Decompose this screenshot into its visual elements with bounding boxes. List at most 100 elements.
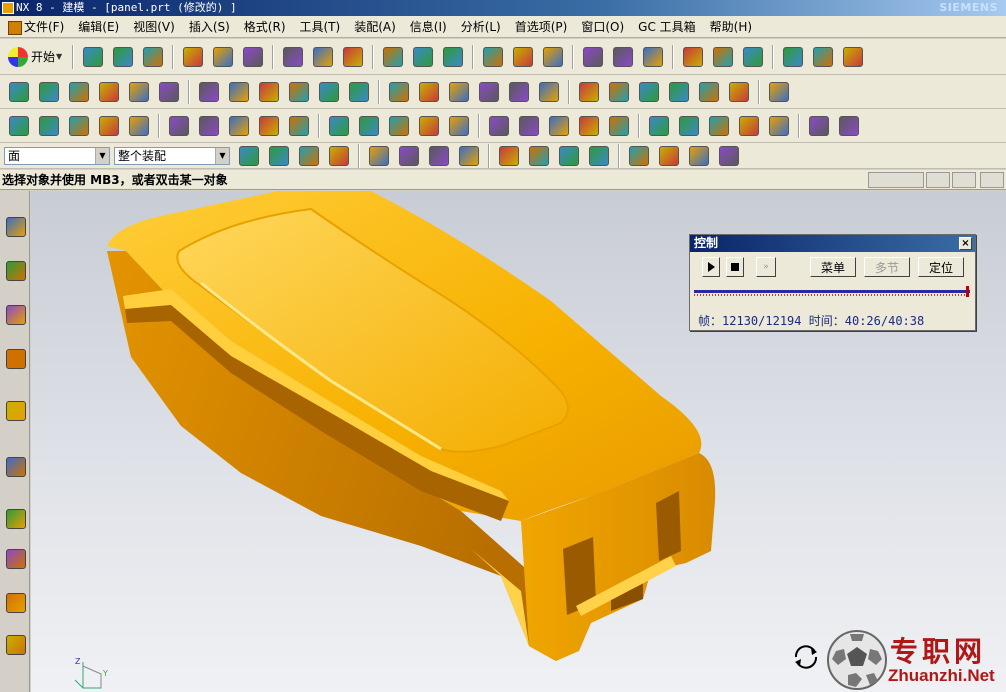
gs-button[interactable]: [286, 113, 312, 139]
chamfer-button[interactable]: [316, 79, 342, 105]
history-tab[interactable]: [4, 453, 28, 481]
layers-button[interactable]: [36, 113, 62, 139]
check-button[interactable]: [546, 113, 572, 139]
midpoint-button[interactable]: [496, 143, 522, 168]
curve-button[interactable]: [686, 143, 712, 168]
system-materials-tab[interactable]: [4, 545, 28, 573]
layer-button[interactable]: [640, 44, 666, 70]
multi-step-button[interactable]: 多节: [864, 257, 910, 277]
quadrant-button[interactable]: [556, 143, 582, 168]
point-button[interactable]: [426, 143, 452, 168]
palette-tab[interactable]: [4, 631, 28, 659]
menu-item[interactable]: 文件(F): [6, 16, 71, 38]
locate-button[interactable]: 定位: [918, 257, 964, 277]
selection-scope-select[interactable]: 整个装配 ▼: [114, 146, 230, 165]
edge-display-button[interactable]: [410, 44, 436, 70]
block-button[interactable]: [96, 79, 122, 105]
body-button[interactable]: [366, 143, 392, 168]
paste-button[interactable]: [240, 44, 266, 70]
sew-button[interactable]: [476, 79, 502, 105]
view-button[interactable]: [6, 113, 32, 139]
extrude-button[interactable]: [36, 79, 62, 105]
grid-button[interactable]: [606, 113, 632, 139]
open-folder-button[interactable]: [110, 44, 136, 70]
draft-button[interactable]: [386, 79, 412, 105]
edge-button[interactable]: [396, 143, 422, 168]
play-button[interactable]: [702, 257, 720, 277]
fit-view-button[interactable]: [310, 44, 336, 70]
color-box-button[interactable]: [510, 44, 536, 70]
boss-button[interactable]: [156, 79, 182, 105]
pattern-button[interactable]: [196, 79, 222, 105]
copy-button[interactable]: [210, 44, 236, 70]
reuse-library-tab[interactable]: [4, 345, 28, 373]
box-button[interactable]: [716, 143, 742, 168]
filter-button[interactable]: [266, 143, 292, 168]
menu-item[interactable]: 装配(A): [347, 16, 403, 38]
subtract-button[interactable]: [666, 79, 692, 105]
new-file-button[interactable]: [80, 44, 106, 70]
replace-face-button[interactable]: [226, 113, 252, 139]
part-slot[interactable]: [656, 491, 681, 561]
dimension-button[interactable]: [416, 113, 442, 139]
datum-button[interactable]: [256, 79, 282, 105]
menu-item[interactable]: 窗口(O): [574, 16, 631, 38]
stop-button[interactable]: [726, 257, 744, 277]
menu-item[interactable]: 工具(T): [293, 16, 348, 38]
roles-tab[interactable]: [4, 589, 28, 617]
measure-button[interactable]: [710, 44, 736, 70]
face-button[interactable]: [326, 143, 352, 168]
menu-item[interactable]: 插入(S): [182, 16, 237, 38]
n-sided-button[interactable]: [766, 79, 792, 105]
line-button[interactable]: [626, 143, 652, 168]
render-style-button[interactable]: [340, 44, 366, 70]
tools-button[interactable]: [516, 113, 542, 139]
menu-item[interactable]: 格式(R): [237, 16, 293, 38]
save-button[interactable]: [140, 44, 166, 70]
mesh-button[interactable]: [536, 79, 562, 105]
shaded-box-button[interactable]: [480, 44, 506, 70]
analysis-button[interactable]: [740, 44, 766, 70]
menu-item[interactable]: GC 工具箱: [631, 16, 703, 38]
camera-button[interactable]: [806, 113, 832, 139]
feature-button[interactable]: [126, 113, 152, 139]
frame-slider[interactable]: [694, 286, 970, 297]
reference-button[interactable]: [610, 44, 636, 70]
selection-intent-button[interactable]: [236, 143, 262, 168]
type-filter-select[interactable]: 面 ▼: [4, 146, 110, 165]
hole-button[interactable]: [126, 79, 152, 105]
wcs-button[interactable]: [680, 44, 706, 70]
axis-button[interactable]: [646, 113, 672, 139]
shell-button[interactable]: [346, 79, 372, 105]
revolve-button[interactable]: [66, 79, 92, 105]
endpoint-button[interactable]: [456, 143, 482, 168]
label-button[interactable]: [96, 113, 122, 139]
thicken-button[interactable]: [576, 79, 602, 105]
unite-button[interactable]: [636, 79, 662, 105]
fast-forward-button[interactable]: »: [756, 257, 776, 277]
mirror-button[interactable]: [226, 79, 252, 105]
menu-item[interactable]: 帮助(H): [703, 16, 759, 38]
studio-surface-button[interactable]: [726, 79, 752, 105]
part-navigator-tab[interactable]: [4, 301, 28, 329]
surface-button[interactable]: [506, 79, 532, 105]
menu-button[interactable]: 菜单: [810, 257, 856, 277]
tangent-button[interactable]: [656, 143, 682, 168]
magic-button[interactable]: [836, 113, 862, 139]
intersection-button[interactable]: [586, 143, 612, 168]
ruler-button[interactable]: [810, 44, 836, 70]
slider-thumb[interactable]: [965, 286, 969, 297]
cube-view-button[interactable]: [380, 44, 406, 70]
trim-button[interactable]: [416, 79, 442, 105]
menu-item[interactable]: 信息(I): [403, 16, 454, 38]
section-view-button[interactable]: [440, 44, 466, 70]
web-browser-tab[interactable]: [4, 397, 28, 425]
stack-button[interactable]: [66, 113, 92, 139]
clock-tab[interactable]: [4, 505, 28, 533]
background-button[interactable]: [540, 44, 566, 70]
first-frame-button[interactable]: [676, 113, 702, 139]
menu-item[interactable]: 视图(V): [126, 16, 182, 38]
positions-button[interactable]: [576, 113, 602, 139]
menu-item[interactable]: 分析(L): [454, 16, 508, 38]
spring-button[interactable]: [486, 113, 512, 139]
